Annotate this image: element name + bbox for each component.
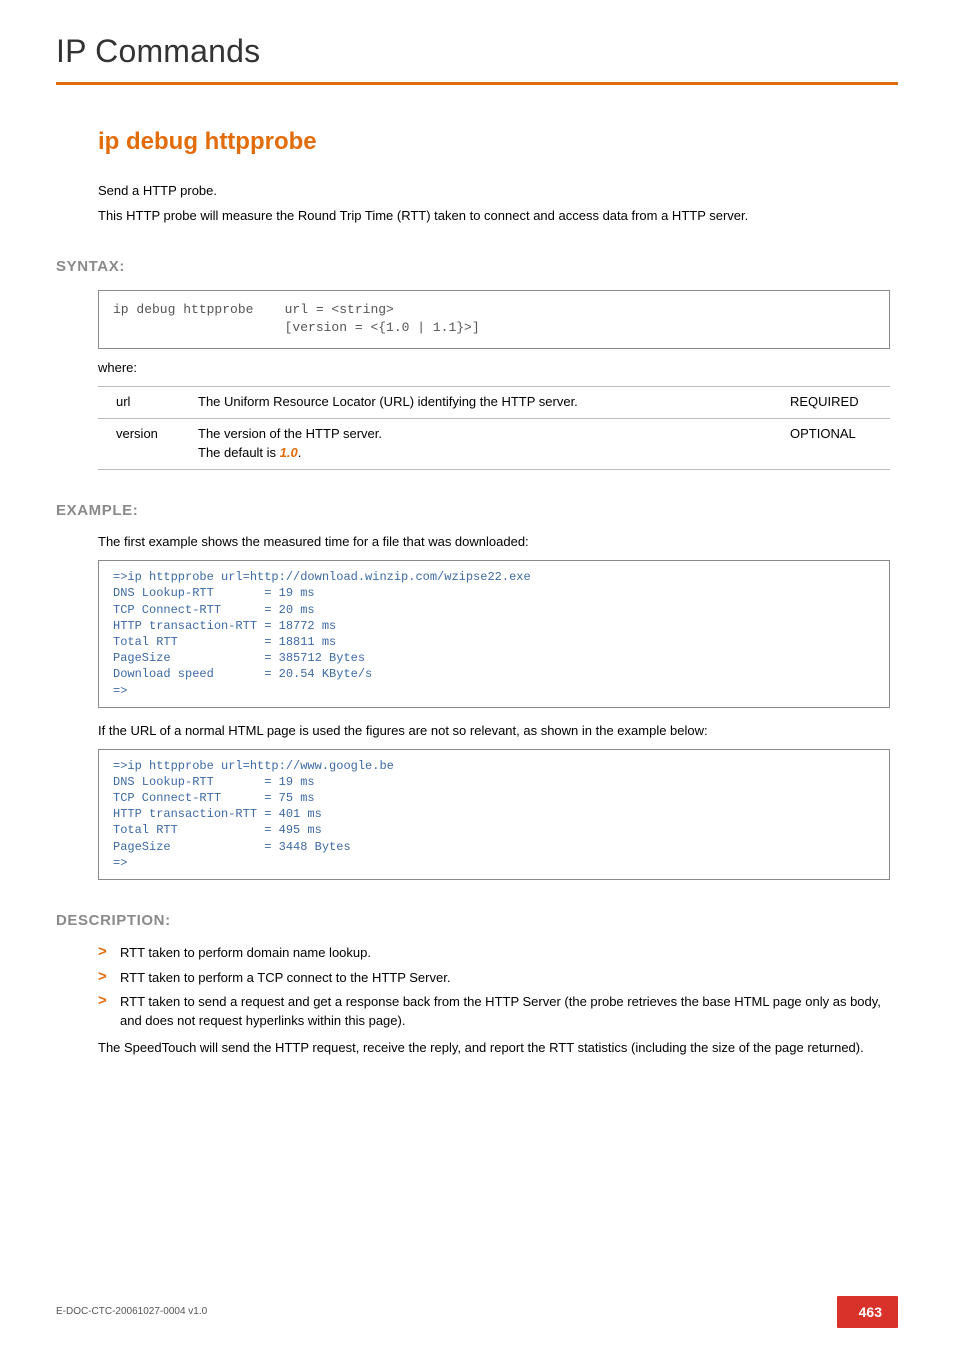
param-name: version [98, 419, 188, 470]
intro-line-1: Send a HTTP probe. [98, 182, 890, 201]
table-row: url The Uniform Resource Locator (URL) i… [98, 387, 890, 419]
example-label: EXAMPLE: [56, 500, 898, 522]
chevron-icon: > [98, 944, 107, 959]
description-paragraph: The SpeedTouch will send the HTTP reques… [98, 1039, 890, 1058]
page-footer: E-DOC-CTC-20061027-0004 v1.0 463 [56, 1296, 898, 1328]
header-divider [56, 82, 898, 85]
where-label: where: [98, 359, 890, 378]
example-code-1: =>ip httpprobe url=http://download.winzi… [98, 560, 890, 708]
page-number-badge: 463 [837, 1296, 898, 1328]
syntax-block: ip debug httpprobe url = <string> [versi… [98, 290, 890, 470]
chevron-icon: > [98, 969, 107, 984]
param-default-prefix: The default is [198, 445, 280, 460]
list-item-text: RTT taken to perform domain name lookup. [120, 945, 371, 960]
example-intro-1: The first example shows the measured tim… [98, 533, 890, 552]
doc-id: E-DOC-CTC-20061027-0004 v1.0 [56, 1305, 207, 1320]
param-req: OPTIONAL [780, 419, 890, 470]
param-default-suffix: . [298, 445, 302, 460]
param-table: url The Uniform Resource Locator (URL) i… [98, 386, 890, 470]
example-intro-2: If the URL of a normal HTML page is used… [98, 722, 890, 741]
example-block: The first example shows the measured tim… [98, 533, 890, 880]
intro-line-2: This HTTP probe will measure the Round T… [98, 207, 890, 226]
list-item-text: RTT taken to perform a TCP connect to th… [120, 970, 450, 985]
example-code-2: =>ip httpprobe url=http://www.google.be … [98, 749, 890, 880]
command-title: ip debug httpprobe [98, 125, 898, 160]
chevron-icon: > [98, 993, 107, 1008]
param-desc-line: The version of the HTTP server. [198, 426, 382, 441]
description-block: > RTT taken to perform domain name looku… [98, 944, 890, 1058]
param-desc: The Uniform Resource Locator (URL) ident… [188, 387, 780, 419]
description-list: > RTT taken to perform domain name looku… [98, 944, 890, 1031]
page-header-title: IP Commands [56, 28, 898, 74]
syntax-code: ip debug httpprobe url = <string> [versi… [98, 290, 890, 350]
table-row: version The version of the HTTP server. … [98, 419, 890, 470]
param-name: url [98, 387, 188, 419]
syntax-label: SYNTAX: [56, 256, 898, 278]
intro-block: Send a HTTP probe. This HTTP probe will … [98, 182, 890, 226]
list-item-text: RTT taken to send a request and get a re… [120, 994, 881, 1028]
param-default-value: 1.0 [280, 445, 298, 460]
description-label: DESCRIPTION: [56, 910, 898, 932]
list-item: > RTT taken to perform domain name looku… [98, 944, 890, 963]
list-item: > RTT taken to send a request and get a … [98, 993, 890, 1031]
param-desc: The version of the HTTP server. The defa… [188, 419, 780, 470]
param-req: REQUIRED [780, 387, 890, 419]
list-item: > RTT taken to perform a TCP connect to … [98, 969, 890, 988]
